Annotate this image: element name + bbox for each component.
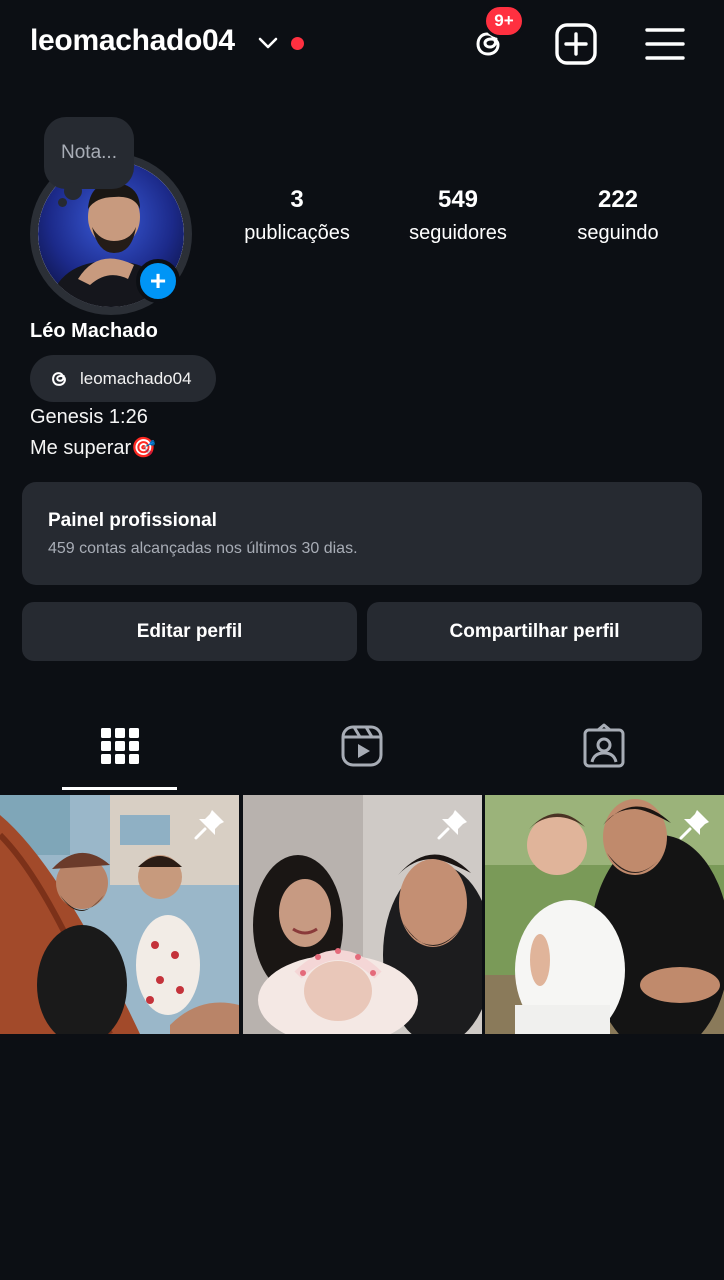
top-bar: leomachado04 9+ xyxy=(0,0,724,88)
stat-following[interactable]: 222 seguindo xyxy=(543,186,693,245)
stat-value: 222 xyxy=(597,186,639,213)
notification-badge: 9+ xyxy=(483,4,525,38)
profile-full-name: Léo Machado xyxy=(30,320,158,342)
stat-label: seguidores xyxy=(409,222,507,244)
edit-profile-button[interactable]: Editar perfil xyxy=(22,602,357,661)
stat-followers[interactable]: 549 seguidores xyxy=(383,186,533,245)
post-thumbnail[interactable] xyxy=(243,795,482,1034)
threads-handle: leomachado04 xyxy=(80,368,192,388)
stat-value: 549 xyxy=(437,186,479,213)
hamburger-menu-icon[interactable] xyxy=(644,24,686,64)
note-bubble-tail-small xyxy=(58,198,67,207)
pinned-icon xyxy=(437,810,467,840)
stat-label: publicações xyxy=(244,222,350,244)
pinned-icon xyxy=(194,810,224,840)
stat-posts[interactable]: 3 publicações xyxy=(222,186,372,245)
selected-tab-indicator xyxy=(62,787,177,790)
bio-line: Me superar🎯 xyxy=(30,437,157,459)
threads-icon xyxy=(52,371,66,386)
dashboard-subtitle: 459 contas alcançadas nos últimos 30 dia… xyxy=(48,540,358,557)
dashboard-title: Painel profissional xyxy=(48,510,217,531)
note-bubble[interactable]: Nota... xyxy=(44,117,134,189)
chevron-down-icon[interactable] xyxy=(257,34,279,52)
note-placeholder: Nota... xyxy=(61,142,117,163)
professional-dashboard[interactable]: Painel profissional 459 contas alcançada… xyxy=(22,482,702,585)
bio-line: Genesis 1:26 xyxy=(30,406,148,428)
share-profile-button[interactable]: Compartilhar perfil xyxy=(367,602,702,661)
add-story-button[interactable]: + xyxy=(136,259,180,303)
threads-profile-link[interactable]: leomachado04 xyxy=(30,355,216,402)
grid-icon[interactable] xyxy=(98,722,142,770)
stat-value: 3 xyxy=(290,186,304,213)
add-square-icon[interactable] xyxy=(554,22,598,66)
note-bubble-tail xyxy=(64,182,82,200)
new-activity-dot xyxy=(291,37,304,50)
post-thumbnail[interactable] xyxy=(485,795,724,1034)
account-username[interactable]: leomachado04 xyxy=(30,24,235,58)
reels-icon[interactable] xyxy=(340,722,384,770)
tagged-icon[interactable] xyxy=(582,722,626,770)
pinned-icon xyxy=(679,810,709,840)
stat-label: seguindo xyxy=(577,222,659,244)
post-thumbnail[interactable] xyxy=(0,795,239,1034)
